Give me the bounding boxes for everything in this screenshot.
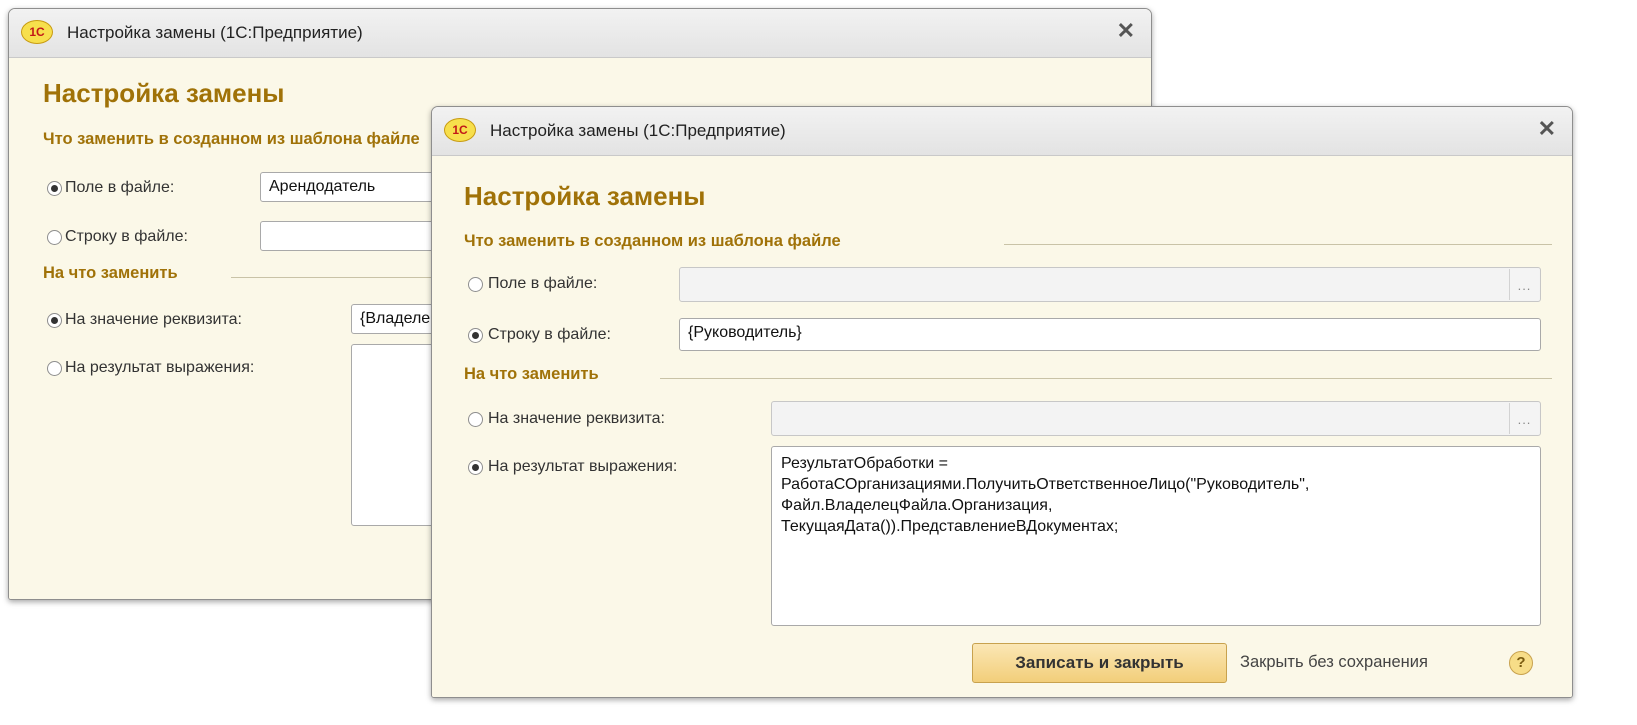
group-divider [660,378,1552,379]
string-input[interactable]: {Руководитель} [679,318,1541,351]
radio-expression-result[interactable] [468,460,483,475]
save-and-close-button[interactable]: Записать и закрыть [972,643,1227,683]
radio-expression-result[interactable] [47,361,62,376]
radio-attribute-value[interactable] [47,313,62,328]
front-title-bar[interactable]: 1C Настройка замены (1С:Предприятие) ✕ [432,107,1572,156]
radio-string-in-file[interactable] [468,328,483,343]
radio-field-in-file[interactable] [468,277,483,292]
group-title-what: Что заменить в созданном из шаблона файл… [43,130,420,148]
radio-string-in-file[interactable] [47,230,62,245]
front-dialog-window: 1C Настройка замены (1С:Предприятие) ✕ Н… [431,106,1573,698]
form-title: Настройка замены [43,78,285,108]
radio-string-label: Строку в файле: [65,228,188,245]
radio-field-label: Поле в файле: [488,275,598,292]
close-without-saving-button[interactable]: Закрыть без сохранения [1240,653,1428,672]
radio-field-label: Поле в файле: [65,179,175,196]
group-title-to: На что заменить [464,365,599,383]
radio-attribute-value[interactable] [468,412,483,427]
radio-expression-label: На результат выражения: [65,359,255,376]
group-divider [1004,244,1552,245]
help-icon[interactable]: ? [1509,651,1533,675]
radio-string-label: Строку в файле: [488,326,611,343]
form-title: Настройка замены [464,181,706,211]
window-title: Настройка замены (1С:Предприятие) [67,23,363,42]
radio-field-in-file[interactable] [47,181,62,196]
attribute-input[interactable]: ... [771,401,1541,436]
select-field-button[interactable]: ... [1509,269,1539,300]
field-name-input[interactable]: ... [679,267,1541,302]
expression-textarea[interactable]: РезультатОбработки = РаботаСОрганизациям… [771,446,1541,626]
app-logo-icon: 1C [21,20,53,44]
radio-expression-label: На результат выражения: [488,458,678,475]
close-icon[interactable]: ✕ [1538,117,1556,141]
window-title: Настройка замены (1С:Предприятие) [490,121,786,140]
close-icon[interactable]: ✕ [1117,19,1135,43]
radio-attribute-label: На значение реквизита: [65,311,242,328]
group-title-what: Что заменить в созданном из шаблона файл… [464,232,841,250]
back-title-bar[interactable]: 1C Настройка замены (1С:Предприятие) ✕ [9,9,1151,58]
radio-attribute-label: На значение реквизита: [488,410,665,427]
select-attribute-button[interactable]: ... [1509,403,1539,434]
group-title-to: На что заменить [43,264,178,282]
app-logo-icon: 1C [444,118,476,142]
front-form-body: Настройка замены Что заменить в созданно… [432,156,1572,697]
